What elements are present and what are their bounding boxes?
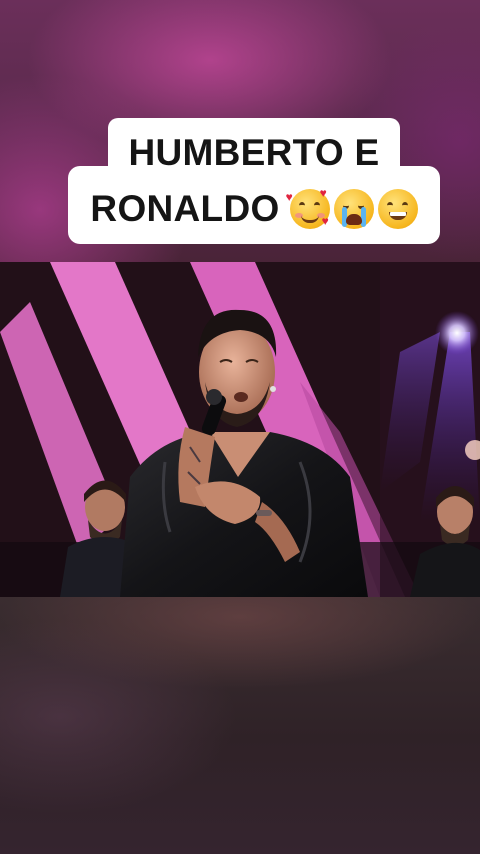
concert-scene [0,262,480,597]
video-frame[interactable] [0,262,480,597]
beaming-face-with-smiling-eyes-icon [377,189,418,229]
smiling-face-with-hearts-icon: ♥ ♥ ♥ [285,186,330,229]
loudly-crying-face-icon [333,189,374,229]
caption-line2-row: RONALDO ♥ ♥ ♥ [68,186,440,230]
caption-line2: RONALDO [90,188,280,229]
blurred-background-bottom [0,597,480,854]
caption-line1: HUMBERTO E [128,132,380,173]
stage-light-icon [435,311,479,355]
